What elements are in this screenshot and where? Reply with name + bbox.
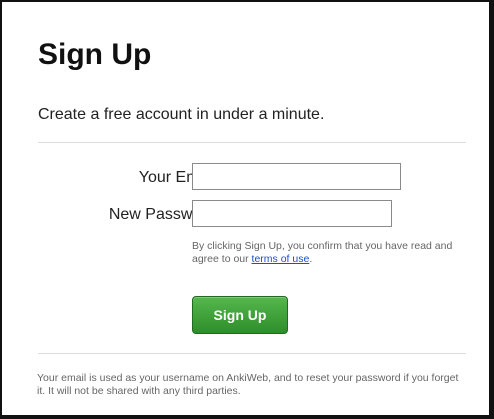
divider-top — [38, 142, 466, 143]
consent-text-after-link: . — [309, 253, 313, 265]
password-field[interactable] — [192, 200, 392, 227]
divider-bottom — [38, 353, 466, 354]
email-field[interactable] — [192, 163, 401, 190]
consent-text: By clicking Sign Up, you confirm that yo… — [192, 240, 462, 266]
sign-up-button[interactable]: Sign Up — [192, 296, 288, 334]
signup-panel: Sign Up Create a free account in under a… — [37, 2, 466, 415]
terms-of-use-link[interactable]: terms of use — [252, 253, 310, 265]
page-title: Sign Up — [38, 38, 152, 71]
consent-text-before-link: By clicking Sign Up, you confirm that yo… — [192, 240, 453, 265]
page-subtitle: Create a free account in under a minute. — [38, 106, 325, 123]
page-frame: Sign Up Create a free account in under a… — [0, 0, 494, 419]
footer-note: Your email is used as your username on A… — [37, 372, 459, 397]
